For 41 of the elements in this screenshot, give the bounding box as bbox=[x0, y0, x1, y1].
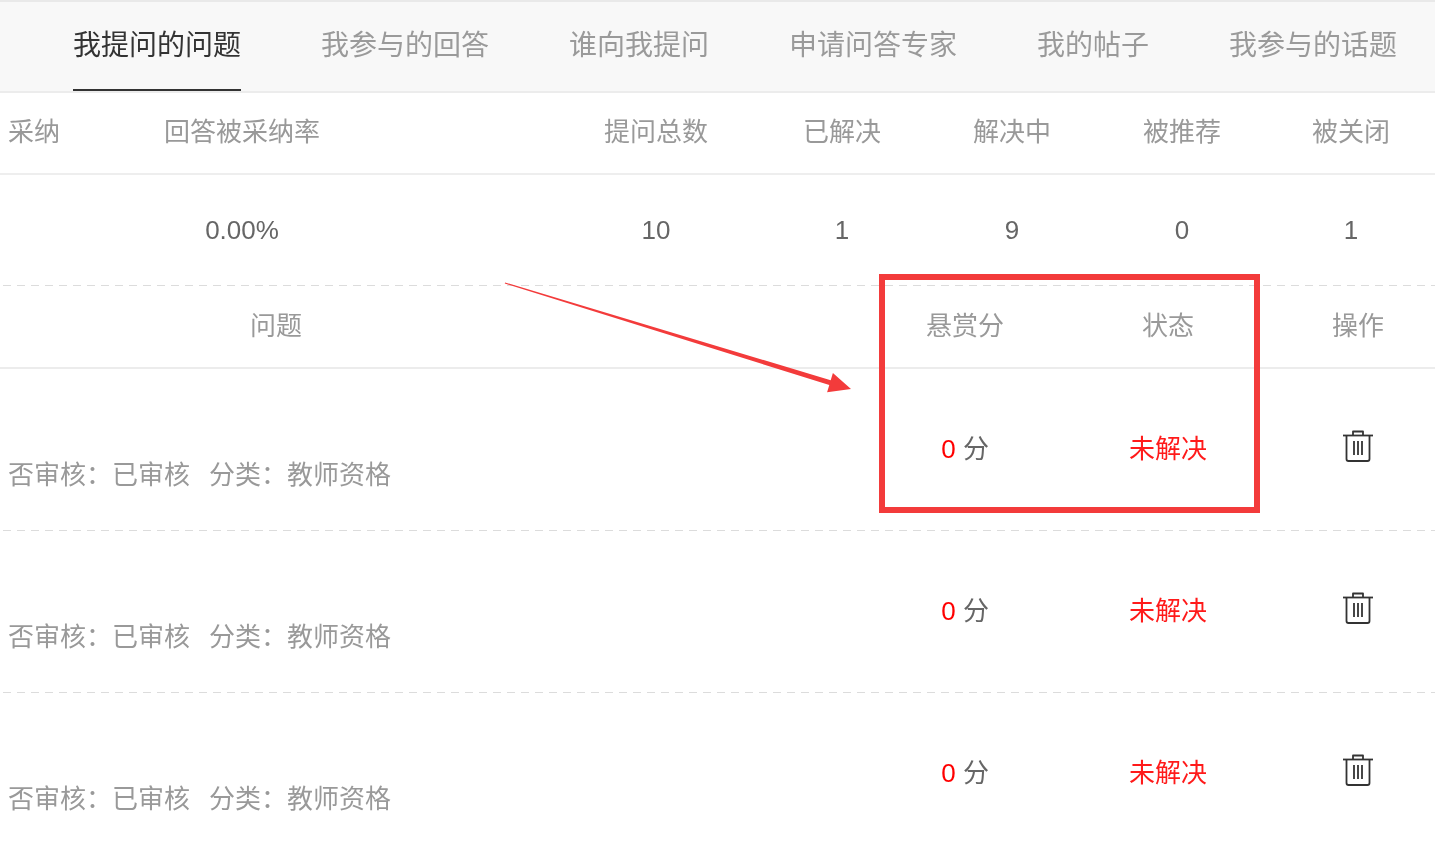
stat-value: 1 bbox=[834, 214, 850, 245]
status-text: 未解决 bbox=[1129, 596, 1207, 627]
column-header: 悬赏分 bbox=[926, 310, 1004, 341]
tab[interactable]: 我的帖子 bbox=[1037, 2, 1149, 91]
trash-icon[interactable] bbox=[1341, 754, 1374, 786]
stat-label: 被推荐 bbox=[1143, 117, 1221, 148]
tab[interactable]: 谁向我提问 bbox=[569, 2, 709, 91]
stat-value: 0 bbox=[1174, 214, 1190, 245]
stat-value: 9 bbox=[1004, 214, 1020, 245]
trash-icon[interactable] bbox=[1341, 592, 1374, 624]
status-text: 未解决 bbox=[1129, 758, 1207, 789]
stat-label: 采纳 bbox=[8, 117, 60, 148]
column-header: 操作 bbox=[1331, 310, 1384, 341]
tab[interactable]: 我提问的问题 bbox=[73, 2, 241, 91]
reward-points: 0 bbox=[941, 758, 956, 790]
tab[interactable]: 我参与的话题 bbox=[1229, 2, 1397, 91]
tab[interactable]: 申请问答专家 bbox=[789, 2, 957, 91]
stat-label: 提问总数 bbox=[604, 117, 708, 148]
review-status-text: 否审核：已审核 bbox=[8, 459, 190, 492]
category-text: 分类：教师资格 bbox=[209, 459, 391, 492]
category-text: 分类：教师资格 bbox=[209, 621, 391, 654]
stat-label: 被关闭 bbox=[1312, 117, 1390, 148]
status-text: 未解决 bbox=[1129, 434, 1207, 465]
points-unit: 分 bbox=[962, 758, 989, 790]
stat-value: 10 bbox=[641, 214, 671, 245]
stat-value: 1 bbox=[1343, 214, 1359, 245]
points-unit: 分 bbox=[962, 434, 989, 466]
trash-icon[interactable] bbox=[1341, 430, 1374, 462]
stat-value: 0.00% bbox=[205, 214, 279, 245]
stat-label: 解决中 bbox=[973, 117, 1051, 148]
review-status-text: 否审核：已审核 bbox=[8, 621, 190, 654]
column-header: 状态 bbox=[1142, 310, 1194, 341]
points-unit: 分 bbox=[962, 596, 989, 628]
column-header: 问题 bbox=[250, 310, 302, 341]
review-status-text: 否审核：已审核 bbox=[8, 783, 190, 816]
stat-label: 已解决 bbox=[803, 117, 881, 148]
reward-points: 0 bbox=[941, 596, 956, 628]
stat-label: 回答被采纳率 bbox=[164, 117, 320, 148]
reward-points: 0 bbox=[941, 434, 956, 466]
tab[interactable]: 我参与的回答 bbox=[321, 2, 489, 91]
category-text: 分类：教师资格 bbox=[209, 783, 391, 816]
